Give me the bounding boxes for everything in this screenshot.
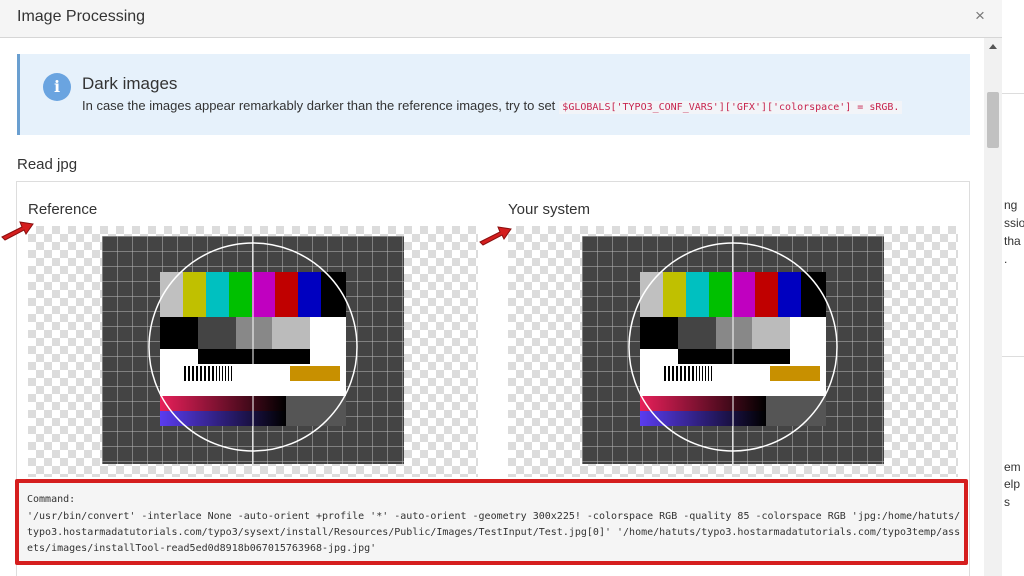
divider — [1002, 93, 1024, 94]
reference-image-area — [28, 226, 478, 477]
annotation-arrow-icon — [479, 226, 512, 246]
scroll-up-icon[interactable] — [989, 44, 997, 49]
background-text: ng — [1004, 198, 1018, 212]
reference-label: Reference — [28, 201, 98, 218]
reference-test-image — [102, 236, 404, 464]
callout-text: In case the images appear remarkably dar… — [82, 98, 903, 114]
your-system-image-area — [508, 226, 958, 477]
command-label: Command: — [27, 494, 76, 505]
your-system-test-image — [582, 236, 884, 464]
callout-code: $GLOBALS['TYPO3_CONF_VARS']['GFX']['colo… — [559, 101, 903, 114]
close-icon: × — [975, 6, 985, 25]
info-callout: i Dark images In case the images appear … — [17, 54, 970, 135]
command-output: Command: '/usr/bin/convert' -interlace N… — [15, 479, 968, 565]
background-page: ng ssio tha . em elp s — [1002, 0, 1024, 576]
info-icon: i — [43, 73, 71, 101]
background-text: tha — [1004, 234, 1021, 248]
background-text: em — [1004, 460, 1021, 474]
modal-body: i Dark images In case the images appear … — [0, 39, 984, 576]
background-text: . — [1004, 252, 1008, 266]
close-button[interactable]: × — [971, 7, 989, 25]
section-title: Read jpg — [17, 156, 78, 173]
command-text: '/usr/bin/convert' -interlace None -auto… — [27, 511, 961, 554]
background-text: s — [1004, 495, 1010, 509]
next-section-title-cut — [17, 567, 107, 576]
modal-scrollbar[interactable] — [984, 38, 1002, 576]
annotation-arrow-icon — [1, 221, 34, 241]
your-system-label: Your system — [508, 201, 590, 218]
callout-message: In case the images appear remarkably dar… — [82, 98, 556, 113]
background-text: ssio — [1004, 216, 1024, 230]
background-text: elp — [1004, 477, 1021, 491]
divider — [1002, 356, 1024, 357]
modal-title: Image Processing — [17, 8, 146, 25]
scroll-thumb[interactable] — [987, 92, 999, 148]
image-processing-modal: Image Processing × i Dark images In case… — [0, 0, 1002, 576]
callout-title: Dark images — [82, 74, 178, 93]
modal-header: Image Processing × — [0, 0, 1002, 38]
